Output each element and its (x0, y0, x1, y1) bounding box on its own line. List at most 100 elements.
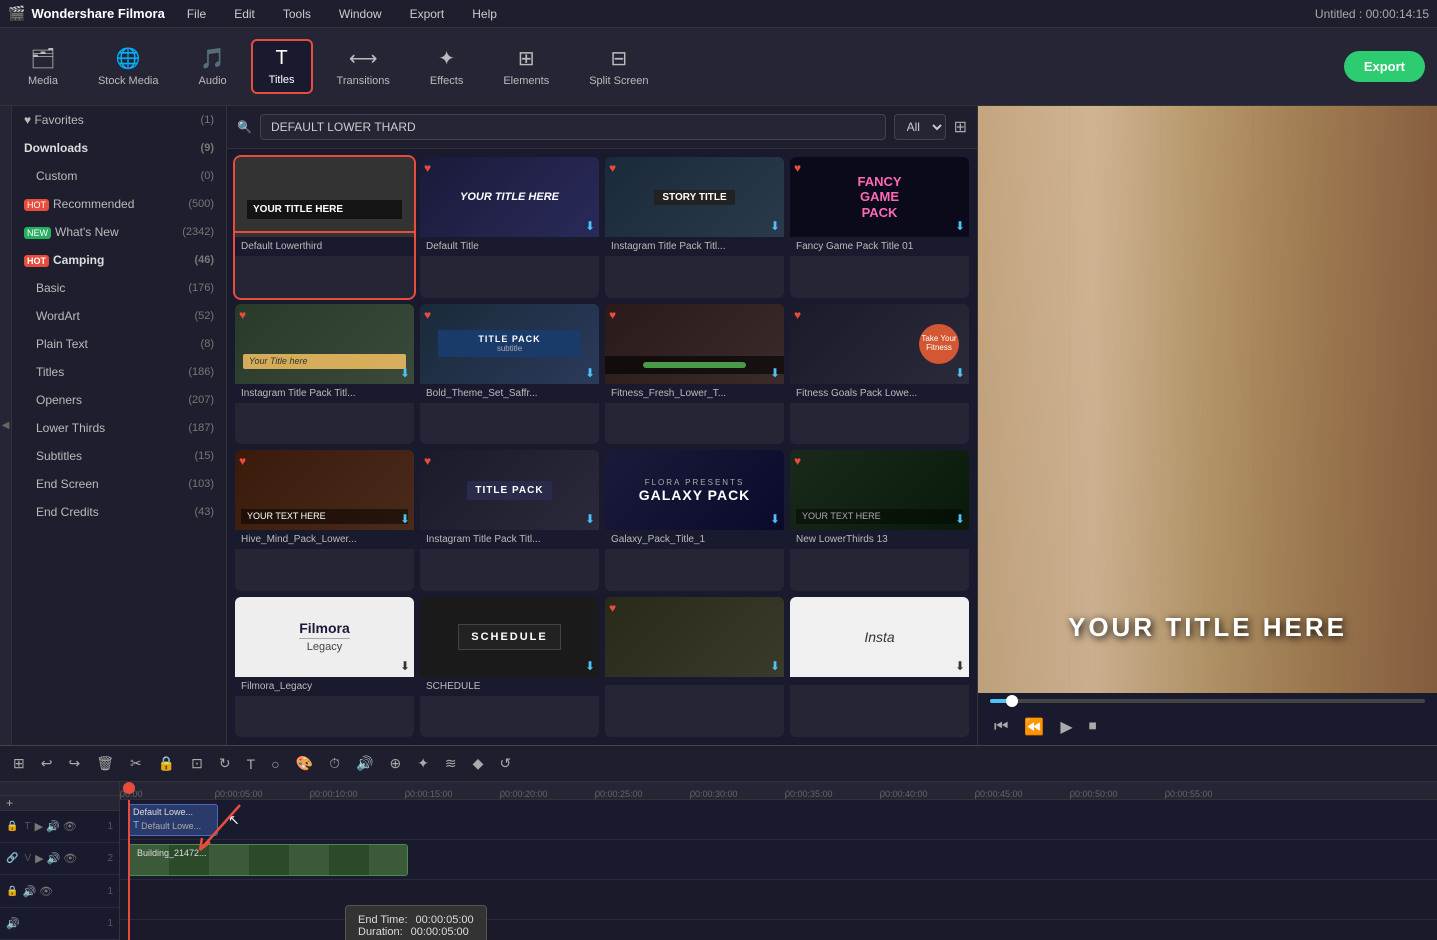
timeline-lock-button[interactable]: 🔒 (153, 752, 180, 775)
step-back-button[interactable]: ⏪ (1020, 715, 1048, 739)
timeline-reverse-button[interactable]: ↺ (494, 752, 516, 775)
timeline-rotate-button[interactable]: ↻ (214, 752, 236, 775)
export-button[interactable]: Export (1344, 51, 1425, 82)
title-card-fitness-goals[interactable]: ♥ Take Your Fitness ⬇ Fitness Goals Pack… (790, 304, 969, 445)
title-card-bold-theme[interactable]: ♥ TITLE PACK subtitle ⬇ Bold_Theme_Set_S… (420, 304, 599, 445)
sidebar-item-basic[interactable]: Basic (176) (12, 274, 226, 302)
titles-button[interactable]: T Titles (251, 39, 313, 94)
heart-icon-12: ♥ (794, 454, 801, 468)
track-mute-icon-a1[interactable]: 🔊 (6, 917, 20, 930)
sidebar-item-titles[interactable]: Titles (186) (12, 358, 226, 386)
sidebar-item-end-credits[interactable]: End Credits (43) (12, 498, 226, 526)
title-card-bottom-1[interactable]: ♥ ⬇ (605, 597, 784, 738)
timeline-motion-button[interactable]: ≋ (440, 752, 462, 775)
track-mute-icon-v1[interactable]: 🔊 (47, 852, 61, 865)
track-lock-icon[interactable]: 🔒 (6, 821, 18, 832)
sidebar-item-favorites[interactable]: ♥ Favorites (1) (12, 106, 226, 134)
title-card-fitness-fresh[interactable]: ♥ ⬇ Fitness_Fresh_Lower_T... (605, 304, 784, 445)
sidebar-item-recommended[interactable]: HOTRecommended (500) (12, 190, 226, 218)
plain-text-count: (8) (201, 338, 214, 350)
sidebar-item-subtitles[interactable]: Subtitles (15) (12, 442, 226, 470)
title-card-galaxy[interactable]: FLORA PRESENTS GALAXY PACK ⬇ Galaxy_Pack… (605, 450, 784, 591)
titles-label: Titles (269, 74, 295, 86)
grid-view-button[interactable]: ⊞ (954, 117, 967, 137)
ruler-mark-9: 00:00:45:00 (975, 789, 1023, 799)
sidebar-item-openers[interactable]: Openers (207) (12, 386, 226, 414)
timeline-text-button[interactable]: T (242, 753, 261, 775)
timeline-delete-button[interactable]: 🗑 (91, 752, 119, 775)
menu-edit[interactable]: Edit (228, 5, 261, 23)
sidebar-collapse-button[interactable]: ◀ (0, 106, 12, 745)
media-button[interactable]: 🗂 Media (12, 40, 74, 93)
title-card-instagram-3[interactable]: ♥ TITLE PACK ⬇ Instagram Title Pack Titl… (420, 450, 599, 591)
play-end-button[interactable]: ⏹ (1085, 716, 1101, 738)
sidebar-item-camping[interactable]: HOTCamping (46) (12, 246, 226, 274)
split-screen-button[interactable]: ⊟ Split Screen (573, 40, 664, 93)
add-track-icon[interactable]: + (6, 796, 13, 810)
menu-window[interactable]: Window (333, 5, 388, 23)
timeline-redo-button[interactable]: ↪ (63, 752, 85, 775)
title-card-default-lowerthird[interactable]: YOUR TITLE HERE Default Lowerthird (235, 157, 414, 298)
transitions-button[interactable]: ⟷ Transitions (321, 40, 406, 93)
timeline-undo-button[interactable]: ↩ (36, 752, 58, 775)
timeline-cut-button[interactable]: ✂ (125, 752, 147, 775)
timeline-keyframe-button[interactable]: ◆ (468, 752, 489, 775)
preview-progress-bar[interactable] (990, 699, 1425, 703)
timeline-color-button[interactable]: 🎨 (291, 752, 318, 775)
track-eye-icon-v1[interactable]: 👁 (63, 852, 77, 865)
menu-tools[interactable]: Tools (277, 5, 317, 23)
lower-thirds-count: (187) (188, 422, 214, 434)
video-clip[interactable]: Building_21472... (128, 844, 408, 876)
timeline-stabilize-button[interactable]: ⊕ (384, 752, 406, 775)
timeline-speed-button[interactable]: ⏱ (324, 752, 345, 775)
preview-controls: ⏮ ⏪ ▶ ⏹ (978, 709, 1437, 745)
timeline-audio-button[interactable]: 🔊 (351, 752, 378, 775)
download-icon-3: ⬇ (770, 219, 780, 233)
title-card-new-lower[interactable]: ♥ YOUR TEXT HERE ⬇ New LowerThirds 13 (790, 450, 969, 591)
menu-help[interactable]: Help (466, 5, 503, 23)
audio-button[interactable]: 🎵 Audio (183, 40, 243, 93)
sidebar-item-downloads[interactable]: Downloads (9) (12, 134, 226, 162)
title-card-default-title[interactable]: ♥ YOUR TITLE HERE ⬇ Default Title (420, 157, 599, 298)
timeline-grid-button[interactable]: ⊞ (8, 752, 30, 775)
download-icon-7: ⬇ (770, 366, 780, 380)
sidebar-item-end-screen[interactable]: End Screen (103) (12, 470, 226, 498)
menu-file[interactable]: File (181, 5, 212, 23)
timeline-mask-button[interactable]: ○ (266, 753, 284, 775)
timeline-cursor[interactable] (128, 800, 130, 940)
sidebar-item-whats-new[interactable]: NEWWhat's New (2342) (12, 218, 226, 246)
track-eye-icon-v2[interactable]: 👁 (39, 885, 53, 898)
title-card-instagram-1[interactable]: ♥ STORY TITLE ⬇ Instagram Title Pack Tit… (605, 157, 784, 298)
title-track-row: Default Lowe... T Default Lowe... ↖ (120, 800, 1437, 840)
play-start-button[interactable]: ⏮ (990, 716, 1012, 738)
track-mute-icon[interactable]: 🔊 (46, 820, 60, 833)
title-card-schedule[interactable]: SCHEDULE ⬇ SCHEDULE (420, 597, 599, 738)
track-eye-icon[interactable]: 👁 (63, 820, 77, 833)
search-input[interactable] (260, 114, 886, 140)
timeline-crop-button[interactable]: ⊡ (186, 752, 208, 775)
elements-button[interactable]: ⊞ Elements (487, 40, 565, 93)
effects-icon: ✦ (438, 46, 455, 71)
sidebar-item-lower-thirds[interactable]: Lower Thirds (187) (12, 414, 226, 442)
title-card-fancy-game[interactable]: ♥ FANCY GAME PACK ⬇ Fancy Game Pack Titl… (790, 157, 969, 298)
effects-button[interactable]: ✦ Effects (414, 40, 479, 93)
menu-bar: 🎬 Wondershare Filmora File Edit Tools Wi… (0, 0, 1437, 28)
recommended-label: HOTRecommended (24, 197, 134, 211)
menu-export[interactable]: Export (404, 5, 451, 23)
play-pause-button[interactable]: ▶ (1056, 715, 1076, 739)
sidebar-item-plain-text[interactable]: Plain Text (8) (12, 330, 226, 358)
track-lock-icon-v1[interactable]: 🔗 (6, 853, 18, 864)
sidebar-item-wordart[interactable]: WordArt (52) (12, 302, 226, 330)
title-card-filmora-legacy[interactable]: Filmora Legacy ⬇ Filmora_Legacy (235, 597, 414, 738)
track-mute-icon-v2[interactable]: 🔊 (22, 885, 36, 898)
timeline-ai-button[interactable]: ✦ (412, 752, 434, 775)
clip-tooltip: End Time: 00:00:05:00 Duration: 00:00:05… (345, 905, 487, 940)
stock-media-button[interactable]: 🌐 Stock Media (82, 40, 175, 93)
title-card-instagram-2[interactable]: ♥ Your Title here ⬇ Instagram Title Pack… (235, 304, 414, 445)
ruler-mark-11: 00:00:55:00 (1165, 789, 1213, 799)
search-filter[interactable]: All (894, 114, 946, 140)
sidebar-item-custom[interactable]: Custom (0) (12, 162, 226, 190)
title-card-hive-mind[interactable]: ♥ YOUR TEXT HERE ⬇ Hive_Mind_Pack_Lower.… (235, 450, 414, 591)
split-screen-label: Split Screen (589, 75, 648, 87)
title-card-bottom-2[interactable]: Insta ⬇ (790, 597, 969, 738)
